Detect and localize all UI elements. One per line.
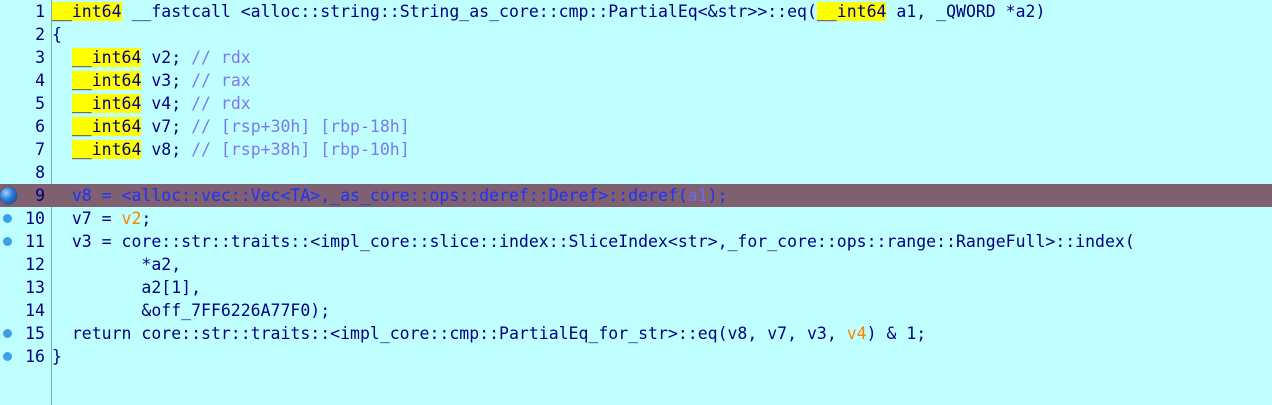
line-number: 3 xyxy=(35,48,45,67)
code-token: v8; xyxy=(141,140,192,159)
line-number: 6 xyxy=(35,117,45,136)
code-token: return core::str::traits::<impl_core::cm… xyxy=(52,324,847,343)
code-token: ); xyxy=(707,186,728,205)
code-token: v4 xyxy=(846,324,867,343)
code-text[interactable]: &off_7FF6226A77F0); xyxy=(52,299,330,322)
code-token: // rdx xyxy=(191,48,251,67)
code-token: // [rsp+30h] [rbp-18h] xyxy=(191,117,410,136)
code-text[interactable]: return core::str::traits::<impl_core::cm… xyxy=(52,322,926,345)
code-token: v4; xyxy=(141,94,192,113)
code-token: a1 xyxy=(687,186,708,205)
code-token: a2[1], xyxy=(52,278,202,297)
code-token: v7 = xyxy=(52,209,122,228)
code-line[interactable]: 7 __int64 v8; // [rsp+38h] [rbp-10h] xyxy=(0,138,1272,161)
code-token: v2 xyxy=(121,209,142,228)
line-number: 8 xyxy=(35,163,45,182)
highlighted-token: __int64 xyxy=(71,94,142,113)
code-line[interactable]: 12 *a2, xyxy=(0,253,1272,276)
code-line[interactable]: 3 __int64 v2; // rdx xyxy=(0,46,1272,69)
line-number: 10 xyxy=(25,209,45,228)
code-line[interactable]: 4 __int64 v3; // rax xyxy=(0,69,1272,92)
code-token: *a2, xyxy=(52,255,182,274)
code-line[interactable]: 10 v7 = v2; xyxy=(0,207,1272,230)
code-text[interactable]: *a2, xyxy=(52,253,181,276)
highlighted-token: __int64 xyxy=(71,48,142,67)
line-number: 7 xyxy=(35,140,45,159)
code-text[interactable]: v3 = core::str::traits::<impl_core::slic… xyxy=(52,230,1135,253)
line-number: 16 xyxy=(25,347,45,366)
code-token: // rdx xyxy=(191,94,251,113)
code-text[interactable]: __int64 __fastcall <alloc::string::Strin… xyxy=(52,0,1045,23)
code-token: } xyxy=(52,347,62,366)
code-text[interactable]: __int64 v2; // rdx xyxy=(52,46,251,69)
code-line[interactable]: 13 a2[1], xyxy=(0,276,1272,299)
line-number: 9 xyxy=(35,186,45,205)
code-line[interactable]: 2{ xyxy=(0,23,1272,46)
highlighted-token: __int64 xyxy=(816,2,887,21)
line-number: 12 xyxy=(25,255,45,274)
code-line[interactable]: 1 __int64 __fastcall <alloc::string::Stri… xyxy=(0,0,1272,23)
code-token: // [rsp+38h] [rbp-10h] xyxy=(191,140,410,159)
code-token: ; xyxy=(141,209,152,228)
code-text[interactable]: v8 = <alloc::vec::Vec<TA>,_as_core::ops:… xyxy=(52,184,728,207)
code-text[interactable]: { xyxy=(52,23,62,46)
highlighted-token: __int64 xyxy=(52,2,122,21)
line-number: 1 xyxy=(35,2,45,21)
code-line[interactable]: 8 xyxy=(0,161,1272,184)
code-token: v3; xyxy=(141,71,192,90)
code-text[interactable]: v7 = v2; xyxy=(52,207,152,230)
code-text[interactable]: a2[1], xyxy=(52,276,201,299)
code-text[interactable]: __int64 v4; // rdx xyxy=(52,92,251,115)
code-token: v7; xyxy=(141,117,192,136)
line-number: 5 xyxy=(35,94,45,113)
code-text[interactable]: __int64 v7; // [rsp+30h] [rbp-18h] xyxy=(52,115,410,138)
code-token: &off_7FF6226A77F0); xyxy=(52,301,331,320)
code-line[interactable]: 16} xyxy=(0,345,1272,368)
line-number: 14 xyxy=(25,301,45,320)
code-line[interactable]: 15 return core::str::traits::<impl_core:… xyxy=(0,322,1272,345)
code-text[interactable]: __int64 v3; // rax xyxy=(52,69,251,92)
code-line[interactable]: 6 __int64 v7; // [rsp+30h] [rbp-18h] xyxy=(0,115,1272,138)
code-line[interactable]: 11 v3 = core::str::traits::<impl_core::s… xyxy=(0,230,1272,253)
current-code-line[interactable]: 9 v8 = <alloc::vec::Vec<TA>,_as_core::op… xyxy=(0,184,1272,207)
code-token: { xyxy=(52,25,62,44)
line-number: 4 xyxy=(35,71,45,90)
highlighted-token: __int64 xyxy=(71,71,142,90)
code-token: // rax xyxy=(191,71,251,90)
code-token: a1, _QWORD *a2) xyxy=(886,2,1046,21)
highlighted-token: __int64 xyxy=(71,140,142,159)
pseudocode-view[interactable]: 1 __int64 __fastcall <alloc::string::Stri… xyxy=(0,0,1272,405)
line-number: 13 xyxy=(25,278,45,297)
line-number: 15 xyxy=(25,324,45,343)
code-text[interactable]: } xyxy=(52,345,62,368)
code-line[interactable]: 14 &off_7FF6226A77F0); xyxy=(0,299,1272,322)
code-token: ) & 1; xyxy=(866,324,927,343)
line-number: 11 xyxy=(25,232,45,251)
code-token: v2; xyxy=(141,48,192,67)
line-number: 2 xyxy=(35,25,45,44)
highlighted-token: __int64 xyxy=(71,117,142,136)
code-text[interactable]: __int64 v8; // [rsp+38h] [rbp-10h] xyxy=(52,138,410,161)
code-token: v3 = core::str::traits::<impl_core::slic… xyxy=(52,232,1135,251)
code-token: v8 = <alloc::vec::Vec<TA>,_as_core::ops:… xyxy=(52,186,688,205)
code-token: __fastcall <alloc::string::String_as_cor… xyxy=(121,2,817,21)
code-line[interactable]: 5 __int64 v4; // rdx xyxy=(0,92,1272,115)
